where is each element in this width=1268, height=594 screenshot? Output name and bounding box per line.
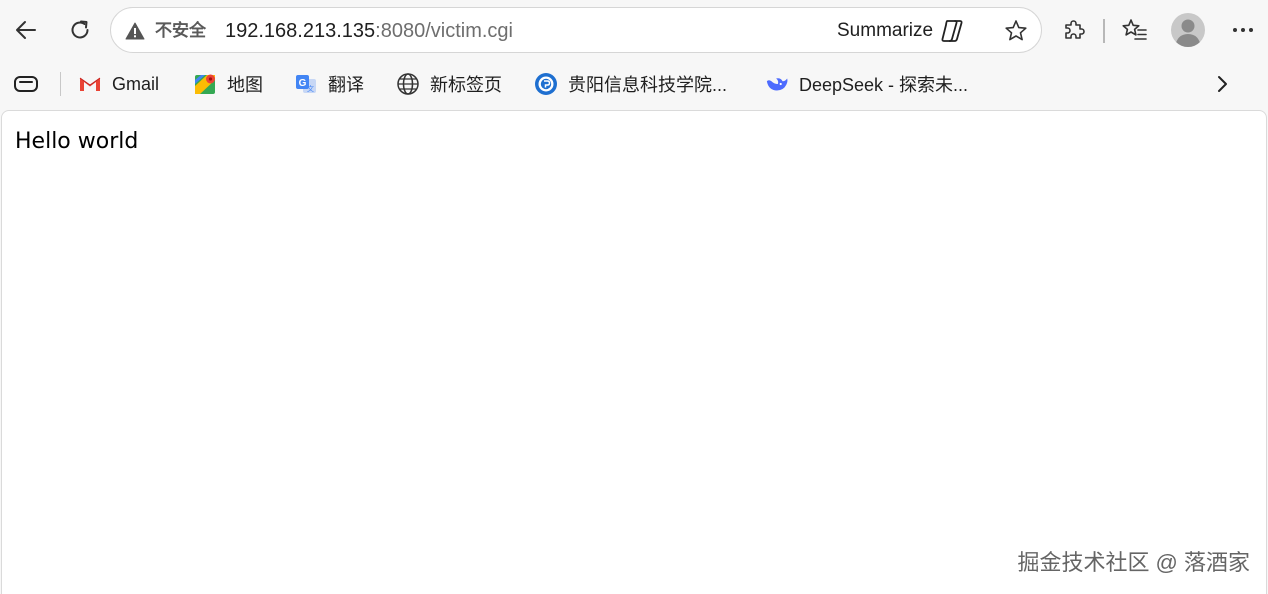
toolbar-divider bbox=[1103, 19, 1105, 43]
bookmark-maps[interactable]: 地图 bbox=[193, 68, 263, 100]
star-icon bbox=[1005, 20, 1027, 41]
bookmarks-divider bbox=[60, 72, 61, 96]
puzzle-piece-icon bbox=[1065, 20, 1085, 39]
translate-icon: G 文 bbox=[294, 72, 318, 96]
summarize-button[interactable]: Summarize bbox=[837, 16, 967, 46]
summarize-label: Summarize bbox=[837, 20, 934, 41]
more-bookmarks-button[interactable] bbox=[1208, 70, 1236, 98]
reload-button[interactable] bbox=[62, 12, 98, 48]
tab-actions-button[interactable] bbox=[10, 70, 42, 98]
bookmark-new-tab[interactable]: 新标签页 bbox=[396, 68, 502, 100]
bookmark-translate[interactable]: G 文 翻译 bbox=[294, 68, 364, 100]
maps-icon bbox=[193, 72, 217, 96]
bookmarks-bar: Gmail 地图 G 文 翻译 新标签页 贵阳信息科技学院... DeepSee… bbox=[0, 62, 1268, 106]
security-status-label[interactable]: 不安全 bbox=[155, 20, 206, 42]
avatar-icon bbox=[1171, 13, 1205, 47]
school-icon bbox=[534, 72, 558, 96]
reload-icon bbox=[71, 20, 89, 39]
profile-button[interactable] bbox=[1170, 12, 1206, 48]
deepseek-icon bbox=[765, 72, 789, 96]
bookmark-deepseek[interactable]: DeepSeek - 探索未... bbox=[765, 68, 968, 100]
back-arrow-icon bbox=[16, 21, 36, 39]
favorites-button[interactable] bbox=[1117, 12, 1153, 48]
ellipsis-icon bbox=[1233, 28, 1253, 32]
bookmark-label: 贵阳信息科技学院... bbox=[568, 75, 728, 95]
svg-text:文: 文 bbox=[307, 84, 314, 93]
page-content: Hello world 掘金技术社区 @ 落酒家 bbox=[1, 110, 1267, 594]
add-favorite-button[interactable] bbox=[1001, 16, 1031, 46]
browser-window: 不安全 192.168.213.135:8080/victim.cgi Summ… bbox=[0, 0, 1268, 594]
bookmark-gmail[interactable]: Gmail bbox=[78, 68, 159, 100]
tab-actions-icon bbox=[14, 76, 38, 92]
url-path: :8080/victim.cgi bbox=[375, 20, 513, 42]
copilot-icon bbox=[941, 20, 963, 42]
browser-toolbar: 不安全 192.168.213.135:8080/victim.cgi Summ… bbox=[0, 0, 1268, 62]
address-bar[interactable]: 不安全 192.168.213.135:8080/victim.cgi Summ… bbox=[110, 7, 1042, 53]
settings-menu-button[interactable] bbox=[1225, 12, 1261, 48]
url-text[interactable]: 192.168.213.135:8080/victim.cgi bbox=[225, 19, 513, 43]
chevron-right-icon bbox=[1218, 76, 1227, 92]
bookmark-label: Gmail bbox=[112, 73, 160, 94]
watermark-text: 掘金技术社区 @ 落酒家 bbox=[1017, 550, 1250, 575]
bookmark-label: 地图 bbox=[227, 75, 263, 95]
gmail-icon bbox=[78, 72, 102, 96]
extensions-button[interactable] bbox=[1056, 12, 1092, 48]
url-host: 192.168.213.135 bbox=[225, 20, 376, 42]
bookmark-label: 翻译 bbox=[328, 75, 364, 95]
favorites-icon bbox=[1122, 19, 1147, 40]
globe-icon bbox=[396, 72, 420, 96]
bookmark-label: DeepSeek - 探索未... bbox=[799, 75, 969, 95]
bookmark-school[interactable]: 贵阳信息科技学院... bbox=[534, 68, 727, 100]
bookmark-label: 新标签页 bbox=[430, 75, 502, 95]
warning-triangle-icon[interactable] bbox=[124, 20, 146, 42]
svg-text:G: G bbox=[299, 78, 307, 89]
page-body-text: Hello world bbox=[15, 129, 139, 154]
back-button[interactable] bbox=[8, 12, 44, 48]
